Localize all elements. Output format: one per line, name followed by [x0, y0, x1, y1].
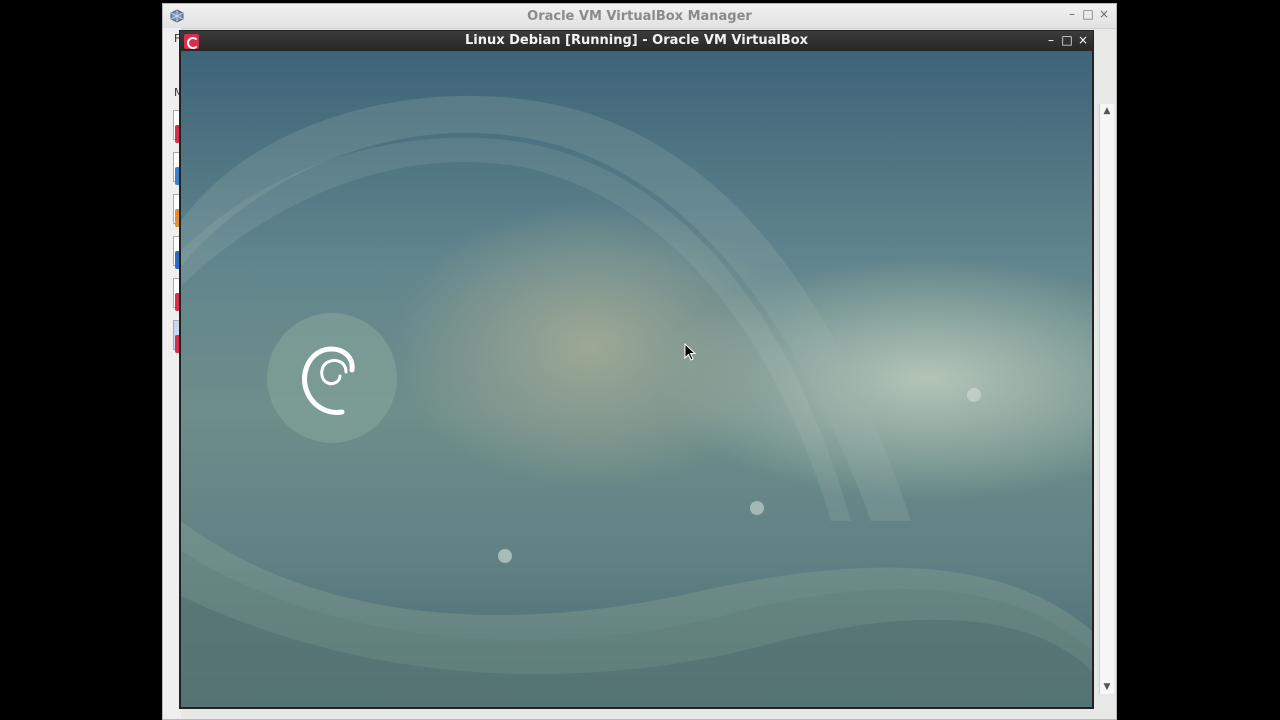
vm-close-button[interactable]: ×: [1076, 33, 1090, 47]
scroll-down-arrow-icon[interactable]: ▼: [1100, 682, 1114, 692]
manager-titlebar[interactable]: Oracle VM VirtualBox Manager – □ ×: [163, 4, 1116, 29]
manager-scrollbar[interactable]: ▲ ▼: [1099, 104, 1114, 694]
debian-wallpaper: [181, 95, 1092, 707]
manager-maximize-button[interactable]: □: [1081, 7, 1095, 21]
vm-maximize-button[interactable]: □: [1060, 33, 1074, 47]
scroll-up-arrow-icon[interactable]: ▲: [1100, 106, 1114, 116]
wallpaper-dot: [967, 388, 981, 402]
debian-logo-background: [267, 313, 397, 443]
vm-window: Linux Debian [Running] - Oracle VM Virtu…: [179, 30, 1094, 709]
wallpaper-dot: [750, 501, 764, 515]
wallpaper-dot: [498, 549, 512, 563]
guest-display[interactable]: [181, 51, 1092, 707]
vm-minimize-button[interactable]: –: [1044, 33, 1058, 47]
manager-close-button[interactable]: ×: [1097, 7, 1111, 21]
mouse-cursor-icon: [684, 342, 697, 361]
manager-minimize-button[interactable]: –: [1065, 7, 1079, 21]
vm-title: Linux Debian [Running] - Oracle VM Virtu…: [464, 33, 809, 48]
vm-titlebar[interactable]: Linux Debian [Running] - Oracle VM Virtu…: [180, 31, 1093, 51]
manager-title: Oracle VM VirtualBox Manager: [527, 9, 752, 24]
